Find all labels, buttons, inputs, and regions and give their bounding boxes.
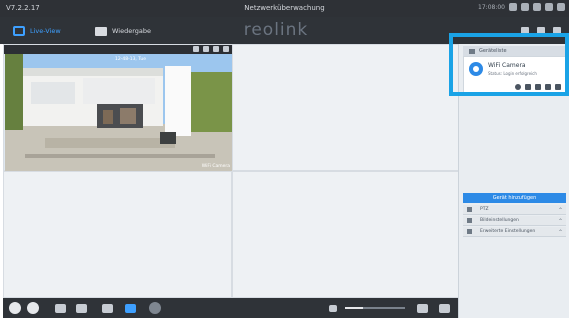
chevron-up-icon: ⌃: [557, 229, 563, 236]
record-icon[interactable]: [213, 46, 219, 52]
minimize-icon[interactable]: [545, 3, 553, 11]
tab-playback-label: Wiedergabe: [112, 27, 152, 35]
cloud-icon[interactable]: [509, 3, 517, 11]
talk-icon[interactable]: [149, 302, 161, 314]
video-grid: 12-48-13, Tue WiFi Camera: [3, 44, 461, 298]
fullscreen-icon[interactable]: [439, 304, 450, 313]
close-icon[interactable]: [557, 3, 565, 11]
zoom-icon[interactable]: [193, 46, 199, 52]
video-cell-1[interactable]: 12-48-13, Tue WiFi Camera: [3, 44, 233, 171]
chevron-up-icon: ⌃: [557, 207, 563, 214]
image-settings-icon: [467, 218, 472, 223]
camera-name-overlay: WiFi Camera: [201, 164, 230, 169]
layout-icon[interactable]: [102, 304, 113, 313]
volume-icon[interactable]: [329, 305, 337, 312]
bottom-toolbar: [3, 298, 461, 318]
ptz-icon: [467, 207, 472, 212]
title-bar: V7.2.2.17 Netzwerküberwachung 17:08:00: [0, 0, 569, 17]
video-cell-2[interactable]: [232, 44, 461, 171]
clock-label: 17:08:00: [478, 3, 505, 11]
chevron-up-icon: ⌃: [557, 218, 563, 225]
volume-slider-fill: [345, 307, 363, 309]
camera-feed: 12-48-13, Tue WiFi Camera: [5, 54, 232, 171]
aspect-ratio-icon[interactable]: [417, 304, 428, 313]
section-ptz-label: PTZ: [480, 207, 489, 212]
section-ptz[interactable]: PTZ ⌃: [463, 205, 566, 215]
section-advanced-settings[interactable]: Erweiterte Einstellungen ⌃: [463, 227, 566, 237]
play-icon[interactable]: [9, 302, 21, 314]
menu-icon[interactable]: [533, 3, 541, 11]
reolink-logo: reolink: [243, 20, 309, 40]
tab-live-view[interactable]: Live-View: [8, 23, 88, 39]
section-advanced-settings-label: Erweiterte Einstellungen: [480, 229, 536, 234]
section-image-settings[interactable]: Bildeinstellungen ⌃: [463, 216, 566, 226]
osd-timestamp: 12-48-13, Tue: [115, 57, 146, 62]
window-controls: 17:08:00: [478, 3, 565, 11]
live-view-icon: [13, 26, 25, 36]
snapshot-icon[interactable]: [203, 46, 209, 52]
camera-feed-image: [5, 54, 232, 171]
video-cell-3[interactable]: [3, 171, 232, 298]
video-cell-4[interactable]: [232, 171, 461, 298]
tab-live-view-label: Live-View: [30, 27, 61, 35]
record-all-icon[interactable]: [76, 304, 87, 313]
active-layout-icon[interactable]: [125, 304, 136, 313]
tab-playback[interactable]: Wiedergabe: [90, 23, 160, 39]
add-device-button[interactable]: Gerät hinzufügen: [463, 193, 566, 203]
stop-icon[interactable]: [27, 302, 39, 314]
camera-toolbar: [4, 45, 233, 54]
advanced-settings-icon: [467, 229, 472, 234]
section-image-settings-label: Bildeinstellungen: [480, 218, 519, 223]
close-icon[interactable]: [223, 46, 229, 52]
highlight-box: [449, 33, 569, 96]
playback-icon: [95, 26, 107, 36]
message-icon[interactable]: [521, 3, 529, 11]
volume-slider[interactable]: [345, 307, 405, 309]
snapshot-all-icon[interactable]: [55, 304, 66, 313]
